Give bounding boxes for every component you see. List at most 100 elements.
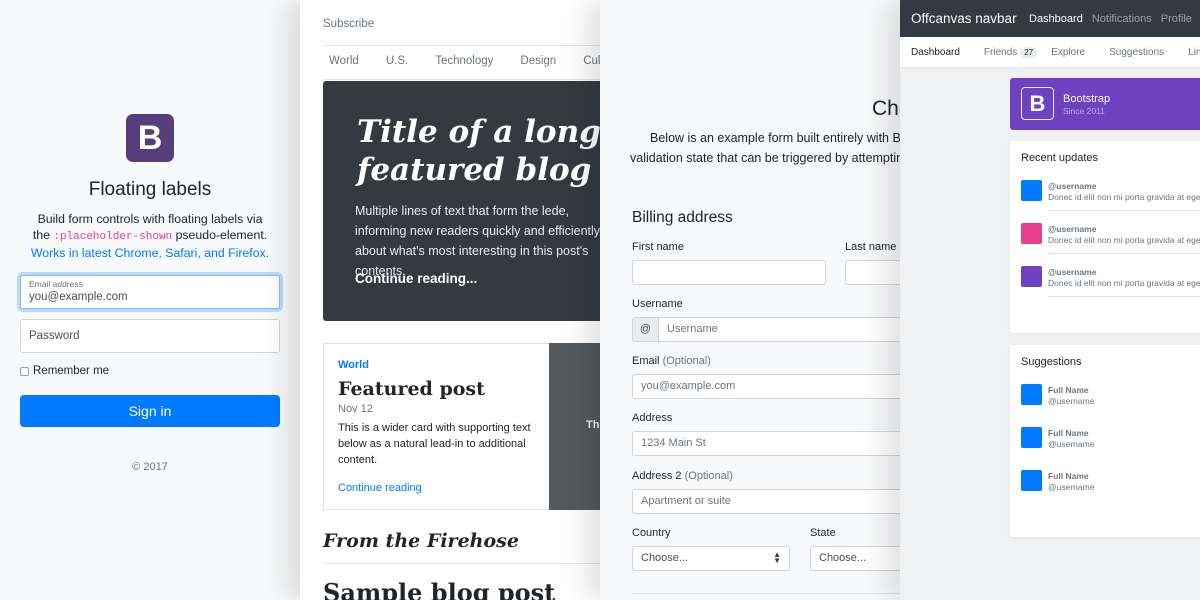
subnav-item-friends[interactable]: Friends 27 — [984, 47, 1038, 58]
nav-item-culture[interactable]: Culture — [583, 55, 600, 67]
address-placeholder: 1234 Main St — [641, 437, 706, 449]
divider — [323, 563, 600, 564]
checkout-panel: Checkout form Below is an example form b… — [600, 0, 900, 600]
first-name-input[interactable] — [632, 260, 826, 285]
sample-post-title: Sample blog post — [323, 578, 556, 600]
address-input[interactable]: 1234 Main St — [632, 431, 900, 456]
password-field[interactable]: Password — [20, 319, 280, 353]
firehose-heading: From the Firehose — [323, 530, 519, 552]
state-select[interactable]: Choose... — [810, 546, 900, 571]
recent-updates-box: Recent updates @username Donec id elit n… — [1010, 141, 1200, 333]
address2-optional-text: (Optional) — [684, 470, 733, 482]
divider — [323, 79, 600, 80]
email-label: Email (Optional) — [632, 355, 711, 367]
bootstrap-banner: B Bootstrap Since 2011 — [1010, 78, 1200, 130]
blog-panel: Subscribe World U.S. Technology Design C… — [300, 0, 600, 600]
last-name-input[interactable] — [845, 260, 900, 285]
navbar-links: Dashboard Notifications Profile — [1029, 13, 1200, 25]
banner-subtitle: Since 2011 — [1063, 106, 1105, 116]
username-label: Username — [632, 298, 683, 310]
jumbotron-lede: Multiple lines of text that form the led… — [355, 204, 600, 278]
divider — [632, 593, 900, 594]
avatar — [1021, 427, 1042, 448]
address-label: Address — [632, 412, 673, 424]
nav-item-world[interactable]: World — [329, 55, 359, 67]
suggestion-name[interactable]: Full Name — [1048, 385, 1089, 395]
country-value: Choose... — [641, 552, 689, 564]
last-name-label: Last name — [845, 241, 897, 253]
nav-item-dashboard[interactable]: Dashboard — [1029, 13, 1083, 25]
checkbox-icon[interactable] — [20, 366, 29, 376]
suggestion-username: @username — [1048, 439, 1095, 449]
nav-item-us[interactable]: U.S. — [386, 55, 408, 67]
avatar — [1021, 223, 1042, 244]
offcanvas-panel: Offcanvas navbar Dashboard Notifications… — [900, 0, 1200, 600]
floating-labels-panel: B Floating labels Build form controls wi… — [0, 0, 300, 600]
card-continue-link[interactable]: Continue reading — [338, 482, 422, 494]
jumbotron-continue-link[interactable]: Continue reading... — [355, 271, 477, 286]
nav-item-technology[interactable]: Technology — [435, 55, 493, 67]
update-username[interactable]: @username — [1048, 267, 1096, 277]
description-code: :placeholder-shown — [53, 231, 173, 243]
page-title: Floating labels — [88, 179, 212, 200]
email-label-text: Email — [632, 355, 660, 367]
description-text-2: pseudo-element. — [172, 228, 268, 242]
subnav-item-dashboard[interactable]: Dashboard — [911, 47, 960, 58]
suggestions-box: Suggestions Full Name @username Full Nam… — [1010, 345, 1200, 537]
password-placeholder: Password — [29, 330, 80, 342]
update-username[interactable]: @username — [1048, 224, 1096, 234]
billing-heading: Billing address — [632, 209, 733, 226]
sub-navbar: Dashboard Friends 27 Explore Suggestions … — [900, 37, 1200, 67]
nav-item-design[interactable]: Design — [520, 55, 556, 67]
recent-updates-heading: Recent updates — [1021, 152, 1099, 164]
update-text: Donec id elit non mi porta gravida at eg… — [1048, 235, 1200, 245]
suggestion-name[interactable]: Full Name — [1048, 428, 1089, 438]
subnav-item-explore[interactable]: Explore — [1051, 47, 1085, 58]
update-username[interactable]: @username — [1048, 181, 1096, 191]
username-placeholder: Username — [667, 323, 718, 335]
email-field[interactable]: Email address you@example.com — [20, 275, 280, 309]
suggestion-username: @username — [1048, 396, 1095, 406]
country-select[interactable]: Choose... ▲ ▼ — [632, 546, 790, 571]
state-label: State — [810, 527, 836, 539]
suggestion-username: @username — [1048, 482, 1095, 492]
list-item: Full Name @username — [1021, 378, 1200, 421]
card-thumbnail: Thumbnail — [549, 343, 600, 510]
top-navbar: Offcanvas navbar Dashboard Notifications… — [900, 0, 1200, 37]
suggestions-heading: Suggestions — [1021, 356, 1082, 368]
nav-item-profile[interactable]: Profile — [1161, 13, 1192, 25]
featured-post-card: World Featured post Nov 12 This is a wid… — [323, 343, 549, 510]
subnav-item-link[interactable]: Link — [1188, 47, 1200, 58]
card-date: Nov 12 — [338, 403, 373, 415]
page-description: Build form controls with floating labels… — [28, 211, 272, 261]
remember-me-checkbox[interactable]: Remember me — [20, 365, 109, 377]
list-item: Full Name @username — [1021, 464, 1200, 507]
address2-input[interactable]: Apartment or suite — [632, 489, 900, 514]
bootstrap-logo-icon: B — [1021, 87, 1054, 120]
first-name-label: First name — [632, 241, 684, 253]
browser-support-link[interactable]: Works in latest Chrome, Safari, and Fire… — [31, 246, 269, 260]
lead-line: Below is an example form built entirely … — [650, 131, 900, 145]
nav-item-notifications[interactable]: Notifications — [1092, 13, 1152, 25]
address2-placeholder: Apartment or suite — [641, 495, 731, 507]
username-input[interactable]: Username — [658, 317, 900, 342]
select-arrows-icon: ▲ ▼ — [773, 550, 781, 565]
navbar-brand[interactable]: Offcanvas navbar — [911, 11, 1017, 26]
list-item: @username Donec id elit non mi porta gra… — [1021, 260, 1200, 303]
email-optional-text: (Optional) — [662, 355, 711, 367]
remember-me-label: Remember me — [33, 365, 110, 377]
jumbotron-title: Title of a longer featured blog post — [357, 113, 600, 189]
checkout-title: Checkout form — [872, 97, 900, 120]
sub-nav-links: Dashboard Friends 27 Explore Suggestions … — [911, 47, 1200, 58]
subscribe-link[interactable]: Subscribe — [323, 18, 374, 30]
avatar — [1021, 266, 1042, 287]
divider — [1048, 296, 1200, 297]
lead-line: validation state that can be triggered b… — [630, 151, 900, 165]
suggestion-name[interactable]: Full Name — [1048, 471, 1089, 481]
subnav-item-suggestions[interactable]: Suggestions — [1109, 47, 1164, 58]
sign-in-button[interactable]: Sign in — [20, 395, 280, 427]
featured-jumbotron: Title of a longer featured blog post Mul… — [323, 81, 600, 321]
email-input[interactable]: you@example.com — [632, 374, 900, 399]
state-value: Choose... — [819, 552, 867, 564]
list-item: @username Donec id elit non mi porta gra… — [1021, 217, 1200, 260]
